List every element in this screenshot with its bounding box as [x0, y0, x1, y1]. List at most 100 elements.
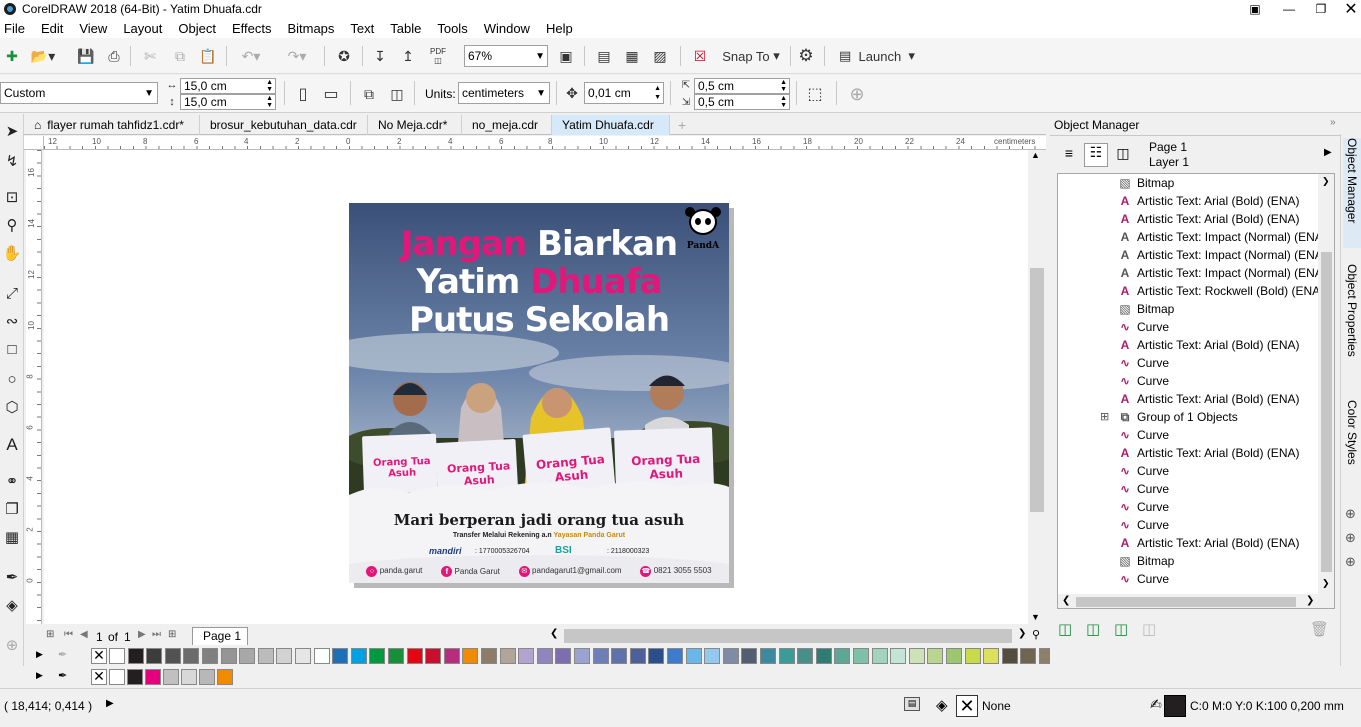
- chevron-down-icon[interactable]: ▼: [144, 88, 154, 99]
- color-swatch[interactable]: [425, 648, 442, 664]
- color-swatch[interactable]: [946, 648, 962, 664]
- color-swatch[interactable]: [276, 648, 293, 664]
- docker-collapse-icon[interactable]: »: [1330, 117, 1336, 128]
- color-swatch[interactable]: [146, 648, 163, 664]
- expand-icon[interactable]: ⊞: [1100, 410, 1109, 423]
- color-swatch[interactable]: [109, 648, 125, 664]
- duplicate-x-input[interactable]: 0,5 cm ▲ ▼: [694, 78, 790, 94]
- publish-pdf-icon[interactable]: PDF ◫: [426, 44, 450, 68]
- add-preset-icon[interactable]: ⊕: [846, 83, 868, 105]
- object-row[interactable]: ∿ Curve: [1058, 372, 1318, 390]
- color-swatch[interactable]: [220, 648, 237, 664]
- docker-add-icon[interactable]: ⊕: [1345, 506, 1356, 522]
- color-swatch[interactable]: [815, 648, 832, 664]
- status-expand-icon[interactable]: ▶: [106, 698, 114, 709]
- zoom-level-input[interactable]: 67% ▼: [464, 45, 548, 67]
- horizontal-scroll-thumb[interactable]: [564, 629, 1012, 643]
- tab-yatim-dhuafa[interactable]: Yatim Dhuafa.cdr: [552, 115, 670, 135]
- landscape-icon[interactable]: ▭: [320, 83, 342, 105]
- color-swatch[interactable]: [964, 648, 981, 664]
- new-layer-icon[interactable]: ◫: [1058, 620, 1072, 638]
- color-swatch[interactable]: [239, 648, 256, 664]
- document-color-swatch[interactable]: [163, 669, 179, 685]
- color-swatch[interactable]: [443, 648, 460, 664]
- color-swatch[interactable]: [648, 648, 665, 664]
- new-tab-icon[interactable]: +: [674, 115, 694, 135]
- object-row[interactable]: ∿ Curve: [1058, 498, 1318, 516]
- menu-file[interactable]: File: [0, 21, 33, 36]
- color-swatch[interactable]: [369, 648, 386, 664]
- color-swatch[interactable]: [183, 648, 200, 664]
- paste-icon[interactable]: 📋: [198, 46, 218, 66]
- color-swatch[interactable]: [890, 648, 907, 664]
- object-list-hscroll[interactable]: ❮ ❯: [1058, 594, 1334, 608]
- scroll-up-icon[interactable]: ▲: [1031, 150, 1040, 160]
- artistic-media-icon[interactable]: ∾: [2, 310, 22, 332]
- document-color-swatch[interactable]: [181, 669, 197, 685]
- fill-bucket-icon[interactable]: ◈: [936, 696, 948, 714]
- full-screen-icon[interactable]: ▣: [556, 46, 576, 66]
- scroll-down-icon[interactable]: ❯: [1322, 578, 1330, 589]
- text-tool-icon[interactable]: A: [2, 434, 22, 456]
- document-color-swatch[interactable]: [199, 669, 215, 685]
- menu-view[interactable]: View: [71, 21, 115, 36]
- vertical-ruler[interactable]: 16 14 12 10 8 6 4 2 0: [26, 150, 42, 624]
- pick-tool-icon[interactable]: ➤: [2, 120, 22, 142]
- redo-icon[interactable]: ↷▾: [280, 46, 314, 66]
- page-height-input[interactable]: 15,0 cm ▲ ▼: [180, 94, 276, 110]
- menu-tools[interactable]: Tools: [429, 21, 475, 36]
- color-swatch[interactable]: [555, 648, 572, 664]
- units-select[interactable]: centimeters ▼: [458, 82, 550, 104]
- menu-help[interactable]: Help: [538, 21, 581, 36]
- delete-icon[interactable]: 🗑: [1310, 620, 1329, 638]
- ellipse-tool-icon[interactable]: ○: [2, 368, 22, 390]
- poster-artwork[interactable]: Jangan Biarkan Yatim Dhuafa Putus Sekola…: [349, 203, 729, 583]
- show-properties-icon[interactable]: ≡: [1058, 145, 1080, 167]
- next-page-icon[interactable]: ▶: [138, 629, 146, 640]
- color-swatch[interactable]: [350, 648, 367, 664]
- last-page-icon[interactable]: ⏭: [152, 629, 161, 640]
- tab-no-meja-2[interactable]: no_meja.cdr: [462, 115, 552, 135]
- menu-text[interactable]: Text: [342, 21, 382, 36]
- no-color-swatch[interactable]: ✕: [91, 648, 107, 664]
- portrait-icon[interactable]: ▯: [292, 83, 314, 105]
- new-master-layer-icon[interactable]: ◫: [1086, 620, 1100, 638]
- user-account-icon[interactable]: ▣: [1240, 0, 1270, 18]
- show-guidelines-icon[interactable]: ▨: [650, 46, 670, 66]
- color-swatch[interactable]: [667, 648, 683, 664]
- edit-across-layers-icon[interactable]: ☷: [1084, 143, 1108, 167]
- fill-none-swatch[interactable]: ✕: [956, 695, 978, 717]
- page-width-input[interactable]: 15,0 cm ▲ ▼: [180, 78, 276, 94]
- object-row[interactable]: A Artistic Text: Rockwell (Bold) (ENA): [1058, 282, 1325, 300]
- scroll-down-icon[interactable]: ▼: [1031, 612, 1040, 622]
- color-swatch[interactable]: [722, 648, 739, 664]
- docker-add-icon-2[interactable]: ⊕: [1345, 530, 1356, 546]
- menu-bitmaps[interactable]: Bitmaps: [279, 21, 342, 36]
- object-row[interactable]: A Artistic Text: Arial (Bold) (ENA): [1058, 534, 1318, 552]
- object-row[interactable]: ∿ Curve: [1058, 516, 1318, 534]
- minimize-button[interactable]: —: [1274, 0, 1304, 18]
- color-swatch[interactable]: [871, 648, 888, 664]
- color-swatch[interactable]: [797, 648, 814, 664]
- color-swatch[interactable]: [406, 648, 423, 664]
- object-row[interactable]: A Artistic Text: Arial (Bold) (ENA): [1058, 210, 1318, 228]
- duplicate-y-input[interactable]: 0,5 cm ▲ ▼: [694, 94, 790, 110]
- docker-tab-object-manager[interactable]: Object Manager: [1343, 138, 1361, 248]
- snap-to-dropdown[interactable]: Snap To ▾: [716, 46, 786, 66]
- color-swatch[interactable]: [629, 648, 646, 664]
- color-swatch[interactable]: [481, 648, 497, 664]
- object-row[interactable]: ∿ Curve: [1058, 318, 1318, 336]
- docker-add-icon-3[interactable]: ⊕: [1345, 554, 1356, 570]
- scroll-thumb[interactable]: [1030, 268, 1044, 512]
- color-swatch[interactable]: [462, 648, 479, 664]
- new-master-layer-odd-icon[interactable]: ◫: [1142, 620, 1156, 638]
- zoom-navigator-icon[interactable]: ⚲: [1032, 628, 1040, 641]
- scroll-up-icon[interactable]: ❯: [1322, 176, 1330, 187]
- document-color-swatch[interactable]: [145, 669, 161, 685]
- show-rulers-icon[interactable]: ▤: [594, 46, 614, 66]
- spinner-icon[interactable]: ▲ ▼: [654, 84, 661, 102]
- outline-color-swatch[interactable]: [1164, 695, 1186, 717]
- prev-page-icon[interactable]: ◀: [80, 629, 88, 640]
- color-swatch[interactable]: [760, 648, 776, 664]
- print-icon[interactable]: ⎙: [104, 46, 124, 66]
